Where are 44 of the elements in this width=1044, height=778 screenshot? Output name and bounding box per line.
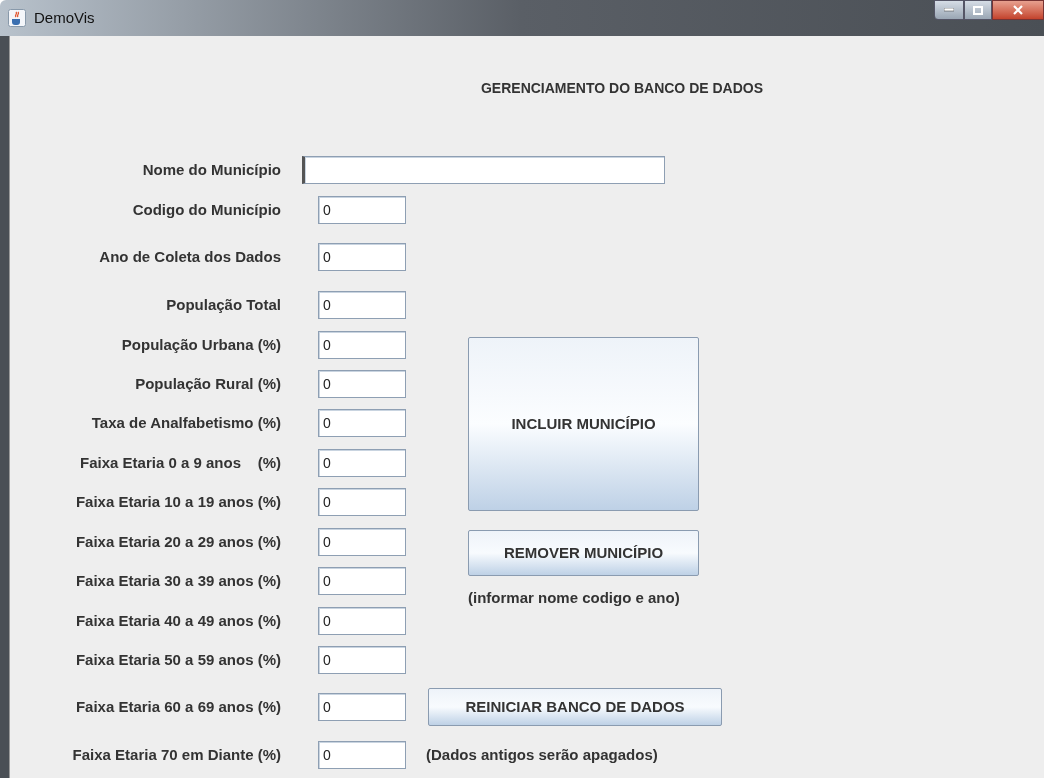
reset-note: (Dados antigos serão apagados) (426, 744, 658, 765)
field-label: População Urbana (%) (120, 334, 281, 355)
field-label: População Rural (%) (134, 373, 281, 394)
text-field[interactable]: 0 (318, 646, 406, 674)
text-field[interactable]: 0 (318, 528, 406, 556)
text-field[interactable]: 0 (318, 409, 406, 437)
text-field[interactable]: 0 (318, 449, 406, 477)
field-label: Ano de Coleta dos Dados (98, 246, 281, 267)
maximize-button[interactable] (964, 0, 992, 20)
java-cup-icon (8, 9, 26, 27)
window-title: DemoVis (34, 7, 95, 28)
close-icon (1013, 5, 1023, 15)
field-label: População Total (165, 294, 281, 315)
field-label: Faixa Etaria 70 em Diante (%) (71, 744, 281, 765)
maximize-icon (973, 5, 983, 15)
field-label: Faixa Etaria 10 a 19 anos (%) (74, 491, 281, 512)
text-field[interactable]: 0 (318, 331, 406, 359)
text-field[interactable]: 0 (318, 488, 406, 516)
field-label: Faixa Etaria 40 a 49 anos (%) (74, 610, 281, 631)
field-label: Nome do Município (141, 159, 281, 180)
text-field[interactable]: 0 (318, 567, 406, 595)
field-label: Faixa Etaria 30 a 39 anos (%) (74, 570, 281, 591)
heading: GERENCIAMENTO DO BANCO DE DADOS (480, 79, 764, 96)
text-field[interactable]: 0 (318, 196, 406, 224)
remove-note: (informar nome codigo e ano) (468, 588, 681, 608)
text-field[interactable]: 0 (318, 370, 406, 398)
minimize-icon (944, 8, 954, 12)
text-field[interactable]: 0 (318, 291, 406, 319)
include-button[interactable]: INCLUIR MUNICÍPIO (468, 337, 699, 511)
text-field[interactable]: 0 (318, 693, 406, 721)
text-field[interactable] (302, 156, 665, 184)
field-label: Taxa de Analfabetismo (%) (90, 412, 281, 433)
reset-button[interactable]: REINICIAR BANCO DE DADOS (428, 688, 722, 726)
text-field[interactable]: 0 (318, 607, 406, 635)
field-label: Codigo do Município (131, 199, 281, 220)
remove-button[interactable]: REMOVER MUNICÍPIO (468, 530, 699, 576)
field-label: Faixa Etaria 60 a 69 anos (%) (74, 696, 281, 717)
field-label: Faixa Etaria 50 a 59 anos (%) (74, 649, 281, 670)
close-button[interactable] (992, 0, 1044, 20)
minimize-button[interactable] (934, 0, 964, 20)
field-label: Faixa Etaria 20 a 29 anos (%) (74, 531, 281, 552)
text-field[interactable]: 0 (318, 243, 406, 271)
field-label: Faixa Etaria 0 a 9 anos (%) (79, 452, 281, 473)
text-field[interactable]: 0 (318, 741, 406, 769)
